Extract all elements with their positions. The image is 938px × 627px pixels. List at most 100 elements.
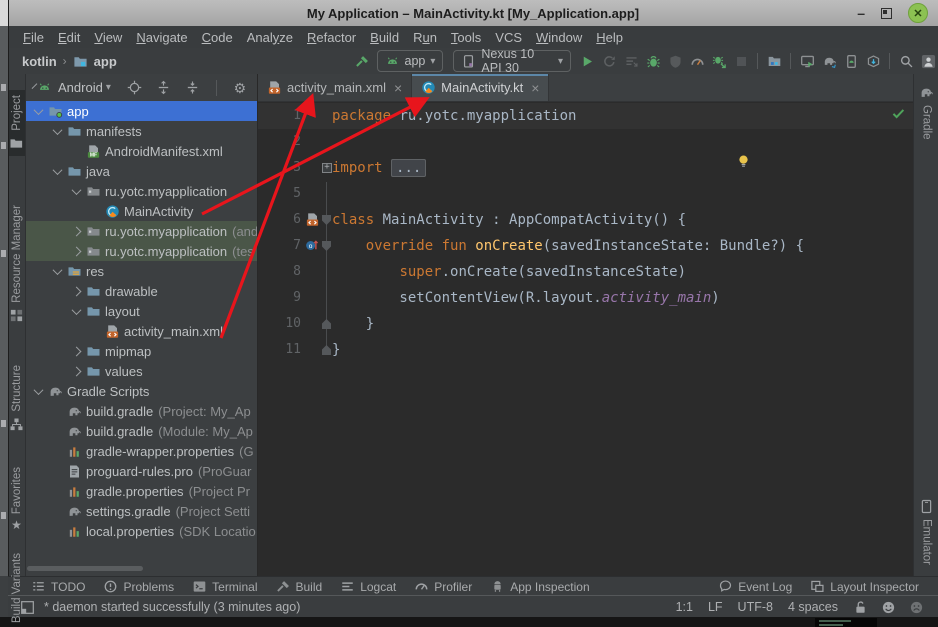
code-line-1[interactable]: 1package ru.yotc.myapplication	[258, 103, 914, 129]
menu-tools[interactable]: Tools	[444, 30, 488, 45]
attach-debugger-button[interactable]	[709, 50, 729, 72]
panel-settings-button[interactable]: ⚙	[230, 77, 250, 99]
chevron-expanded-icon[interactable]	[53, 265, 63, 275]
tree-item-proguard-rules-pro-18[interactable]: proguard-rules.pro(ProGuar	[25, 461, 257, 481]
code-line-2[interactable]: 2	[258, 129, 914, 155]
menu-edit[interactable]: Edit	[51, 30, 87, 45]
encoding-indicator[interactable]: UTF-8	[738, 600, 773, 614]
caret-position[interactable]: 1:1	[676, 600, 693, 614]
run-with-coverage-button[interactable]	[665, 50, 685, 72]
fold-marker-icon[interactable]	[322, 215, 331, 225]
tree-item-drawable[interactable]: drawable	[25, 281, 257, 301]
tool-window-tab-structure[interactable]: Structure	[8, 360, 25, 437]
avd-manager-button[interactable]	[841, 50, 861, 72]
menu-vcs[interactable]: VCS	[488, 30, 529, 45]
chevron-down-icon[interactable]: ▾	[106, 82, 111, 93]
run-button[interactable]	[577, 50, 597, 72]
tree-item-activity-main-xml[interactable]: activity_main.xml	[25, 321, 257, 341]
indent-indicator[interactable]: 4 spaces	[788, 600, 838, 614]
menu-window[interactable]: Window	[529, 30, 589, 45]
gradle-sync-button[interactable]	[819, 50, 839, 72]
no-problems-check-icon[interactable]	[891, 106, 906, 121]
code-editor[interactable]: 1package ru.yotc.myapplication23import .…	[258, 102, 914, 577]
user-avatar-button[interactable]	[918, 50, 938, 72]
code-line-5[interactable]: 5	[258, 181, 914, 207]
chevron-expanded-icon[interactable]	[53, 125, 63, 135]
fold-marker-icon[interactable]	[322, 345, 331, 355]
happy-face-icon[interactable]	[881, 600, 896, 615]
menu-navigate[interactable]: Navigate	[129, 30, 194, 45]
tool-window-button-profiler[interactable]: Profiler	[405, 579, 481, 594]
code-line-11[interactable]: 11}	[258, 337, 914, 363]
chevron-expanded-icon[interactable]	[34, 105, 44, 115]
chevron-collapsed-icon[interactable]	[72, 226, 82, 236]
tree-item-layout[interactable]: layout	[25, 301, 257, 321]
tool-window-button-event-log[interactable]: Event Log	[709, 579, 801, 594]
close-icon[interactable]: ✕	[908, 3, 928, 23]
menu-run[interactable]: Run	[406, 30, 444, 45]
tree-item-gradle-wrapper-properties-17[interactable]: gradle-wrapper.properties(G	[25, 441, 257, 461]
tree-item-ru-yotc-myapplication[interactable]: ru.yotc.myapplication	[25, 181, 257, 201]
tree-item-build-gradle-16[interactable]: build.gradle(Module: My_Ap	[25, 421, 257, 441]
tree-item-build-gradle-15[interactable]: build.gradle(Project: My_Ap	[25, 401, 257, 421]
unlock-icon[interactable]	[853, 600, 868, 615]
code-line-10[interactable]: 10 }	[258, 311, 914, 337]
menu-analyze[interactable]: Analyze	[240, 30, 300, 45]
tree-item-res[interactable]: res	[25, 261, 257, 281]
code-line-3[interactable]: 3import ...	[258, 155, 914, 181]
tool-window-button-problems[interactable]: Problems	[94, 579, 183, 594]
tree-item-local-properties-21[interactable]: local.properties(SDK Locatio	[25, 521, 257, 541]
project-view-selector[interactable]: Android	[58, 80, 103, 95]
tool-window-tab-favorites[interactable]: Favorites★	[8, 462, 25, 536]
tree-item-mainactivity[interactable]: MainActivity	[25, 201, 257, 221]
apply-code-changes-button[interactable]	[621, 50, 641, 72]
chevron-collapsed-icon[interactable]	[72, 346, 82, 356]
tree-item-settings-gradle-20[interactable]: settings.gradle(Project Setti	[25, 501, 257, 521]
menu-build[interactable]: Build	[363, 30, 406, 45]
tree-item-mipmap[interactable]: mipmap	[25, 341, 257, 361]
make-project-button[interactable]	[354, 50, 371, 72]
collapse-all-button[interactable]	[183, 77, 203, 99]
tree-item-ru-yotc-myapplication-7[interactable]: ru.yotc.myapplication(tes	[25, 241, 257, 261]
xml-file-icon[interactable]	[305, 212, 320, 227]
titlebar[interactable]: My Application – MainActivity.kt [My_App…	[8, 0, 938, 27]
chevron-expanded-icon[interactable]	[53, 165, 63, 175]
chevron-collapsed-icon[interactable]	[72, 286, 82, 296]
intention-bulb-icon[interactable]	[736, 154, 751, 169]
tool-window-tab-project[interactable]: Project	[8, 90, 25, 156]
close-tab-icon[interactable]: ×	[531, 80, 539, 96]
tool-window-tab-emulator[interactable]: Emulator	[914, 494, 938, 570]
line-ending-indicator[interactable]: LF	[708, 600, 723, 614]
tool-window-tab-gradle[interactable]: Gradle	[914, 80, 938, 145]
code-line-7[interactable]: 7o override fun onCreate(savedInstanceSt…	[258, 233, 914, 259]
project-structure-button[interactable]	[764, 50, 784, 72]
breadcrumb-module[interactable]: kotlin	[22, 54, 57, 69]
tree-item-values[interactable]: values	[25, 361, 257, 381]
menu-help[interactable]: Help	[589, 30, 630, 45]
breadcrumb-app[interactable]: app	[94, 54, 117, 69]
tool-window-button-terminal[interactable]: Terminal	[183, 579, 266, 594]
code-line-6[interactable]: 6class MainActivity : AppCompatActivity(…	[258, 207, 914, 233]
tree-item-androidmanifest-xml[interactable]: MFAndroidManifest.xml	[25, 141, 257, 161]
tree-item-app[interactable]: app	[25, 101, 257, 121]
device-manager-button[interactable]	[797, 50, 817, 72]
chevron-collapsed-icon[interactable]	[72, 246, 82, 256]
tree-item-ru-yotc-myapplication-6[interactable]: ru.yotc.myapplication(and	[25, 221, 257, 241]
tree-item-java[interactable]: java	[25, 161, 257, 181]
close-tab-icon[interactable]: ×	[394, 80, 402, 96]
tool-window-tab-resource-manager[interactable]: Resource Manager	[8, 200, 25, 328]
menu-refactor[interactable]: Refactor	[300, 30, 363, 45]
chevron-expanded-icon[interactable]	[34, 385, 44, 395]
tool-window-button-app-inspection[interactable]: App Inspection	[481, 579, 598, 594]
fold-marker-icon[interactable]	[322, 319, 331, 329]
horizontal-scrollbar[interactable]	[27, 566, 143, 571]
restore-icon[interactable]	[881, 8, 892, 19]
profile-button[interactable]	[687, 50, 707, 72]
editor-tab-mainactivity-kt[interactable]: MainActivity.kt×	[412, 74, 549, 101]
device-selector[interactable]: Nexus 10 API 30 ▾	[453, 50, 571, 72]
tool-window-tab-build-variants[interactable]: Build Variants	[8, 548, 25, 627]
tree-item-gradle-scripts[interactable]: Gradle Scripts	[25, 381, 257, 401]
search-everywhere-button[interactable]	[896, 50, 916, 72]
menu-code[interactable]: Code	[195, 30, 240, 45]
fold-marker-icon[interactable]	[322, 241, 331, 251]
